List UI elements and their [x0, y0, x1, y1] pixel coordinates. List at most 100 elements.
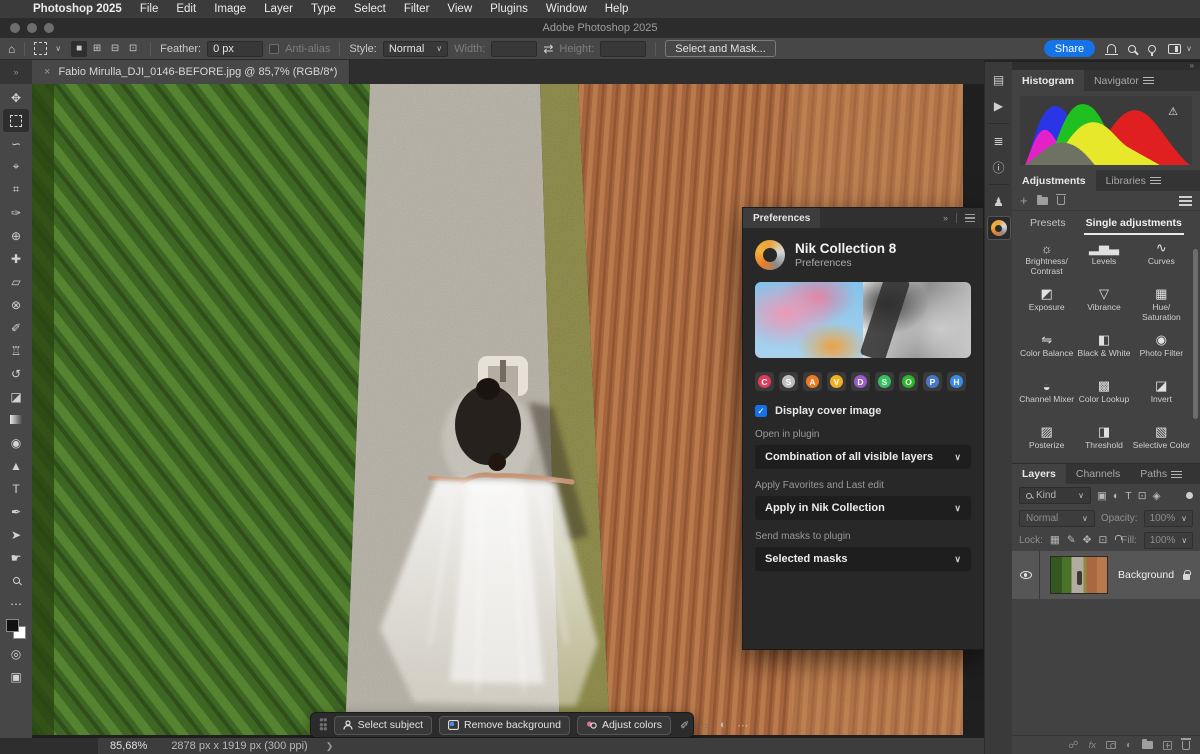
layer-lock-icon[interactable]: [1183, 574, 1190, 580]
add-adjustment-icon[interactable]: +: [1020, 193, 1028, 208]
remove-background-button[interactable]: Remove background: [439, 716, 570, 735]
adjustment-posterize[interactable]: ▨Posterize: [1018, 423, 1075, 463]
feather-input[interactable]: 0 px: [207, 41, 263, 57]
transform-icon[interactable]: ▱: [698, 719, 710, 732]
sharpen-tool[interactable]: ▲: [3, 454, 29, 477]
move-tool[interactable]: ✥: [3, 86, 29, 109]
lasso-tool[interactable]: ∽: [3, 132, 29, 155]
add-layer-mask-icon[interactable]: [1106, 741, 1116, 749]
tab-presets[interactable]: Presets: [1022, 212, 1074, 234]
adjustment-invert[interactable]: ◪Invert: [1133, 377, 1190, 422]
pen-tool[interactable]: ✒: [3, 500, 29, 523]
adjustments-panel-menu-icon[interactable]: [1150, 177, 1161, 184]
edit-toolbar-button[interactable]: ⋯: [3, 592, 29, 615]
adjust-colors-button[interactable]: Adjust colors: [577, 716, 671, 735]
width-input[interactable]: [491, 41, 537, 57]
layer-visibility-eye-icon[interactable]: [1020, 571, 1032, 579]
new-adjustment-layer-icon[interactable]: ◐: [1126, 740, 1132, 751]
properties-icon[interactable]: ≣: [987, 129, 1011, 153]
clone-stamp-tool[interactable]: ♖: [3, 339, 29, 362]
anti-alias-checkbox[interactable]: [269, 44, 279, 54]
nik-collection-panel-icon[interactable]: [987, 216, 1011, 240]
brush-tool[interactable]: ✐: [3, 316, 29, 339]
adjustment-vibrance[interactable]: ▽Vibrance: [1075, 285, 1132, 330]
eraser-tool[interactable]: ◪: [3, 385, 29, 408]
collapse-panels-chevron[interactable]: »: [1190, 62, 1194, 70]
blur-tool[interactable]: ◉: [3, 431, 29, 454]
dfine-icon[interactable]: D: [851, 372, 870, 391]
status-options-chevron[interactable]: ❯: [326, 741, 334, 752]
adjustment-selective-color[interactable]: ▧Selective Color: [1133, 423, 1190, 463]
taskbar-drag-handle[interactable]: ●●●●●●: [319, 718, 327, 732]
panel-collapse-icon[interactable]: »: [943, 213, 948, 223]
lock-pixels-icon[interactable]: ✎: [1067, 534, 1076, 546]
select-subject-button[interactable]: Select subject: [334, 716, 432, 735]
apply-favorites-select[interactable]: Apply in Nik Collection∨: [755, 496, 971, 520]
gradient-tool[interactable]: [3, 408, 29, 431]
adjustment-black-white[interactable]: ◧Black & White: [1075, 331, 1132, 376]
tab-navigator[interactable]: Navigator: [1084, 70, 1149, 91]
screen-mode-button[interactable]: ▣: [3, 665, 29, 688]
adjustment-threshold[interactable]: ◨Threshold: [1075, 423, 1132, 463]
zoom-level-field[interactable]: 85,68%: [110, 740, 147, 752]
opacity-value[interactable]: 100%∨: [1144, 510, 1193, 527]
actions-icon[interactable]: ▶: [987, 94, 1011, 118]
notifications-bell-icon[interactable]: [1107, 44, 1116, 53]
sharpener-icon[interactable]: S: [875, 372, 894, 391]
new-group-folder-icon[interactable]: [1142, 741, 1153, 749]
perspective-efex-icon[interactable]: P: [923, 372, 942, 391]
delete-layer-trash-icon[interactable]: [1182, 741, 1190, 750]
adjustment-photo-filter[interactable]: ◉Photo Filter: [1133, 331, 1190, 376]
search-icon[interactable]: [1128, 45, 1136, 53]
preferences-tab[interactable]: Preferences: [743, 208, 820, 228]
hand-tool[interactable]: ☛: [3, 546, 29, 569]
adjustment-exposure[interactable]: ◩Exposure: [1018, 285, 1075, 330]
tab-paths[interactable]: Paths: [1130, 464, 1177, 484]
filter-smart-objects-icon[interactable]: ◈: [1153, 490, 1161, 502]
workspace-switcher-icon[interactable]: [1168, 44, 1181, 54]
adjustment-group-folder-icon[interactable]: [1037, 197, 1048, 205]
foreground-background-colors[interactable]: [6, 619, 26, 639]
layer-row-background[interactable]: Background: [1012, 551, 1200, 599]
panel-menu-icon[interactable]: [965, 214, 975, 222]
intersect-selection-button[interactable]: ⊡: [125, 41, 141, 57]
menu-edit[interactable]: Edit: [167, 3, 205, 15]
tab-layers[interactable]: Layers: [1012, 464, 1066, 484]
analog-efex-icon[interactable]: A: [803, 372, 822, 391]
filter-shape-layers-icon[interactable]: ⊡: [1138, 490, 1147, 502]
filter-type-layers-icon[interactable]: T: [1125, 490, 1131, 502]
adjustments-list-view-icon[interactable]: [1179, 196, 1192, 206]
menu-help[interactable]: Help: [596, 3, 638, 15]
menu-plugins[interactable]: Plugins: [481, 3, 537, 15]
tab-adjustments[interactable]: Adjustments: [1012, 170, 1096, 191]
layer-filter-kind-select[interactable]: Kind ∨: [1019, 487, 1091, 504]
swap-width-height-icon[interactable]: ⇄: [543, 43, 553, 55]
menu-type[interactable]: Type: [302, 3, 345, 15]
adjustment-color-balance[interactable]: ⇋Color Balance: [1018, 331, 1075, 376]
select-and-mask-button[interactable]: Select and Mask...: [665, 40, 776, 57]
height-input[interactable]: [600, 41, 646, 57]
clone-source-icon[interactable]: ♟: [987, 190, 1011, 214]
layers-panel-menu-icon[interactable]: [1171, 471, 1182, 478]
eyedropper-tool[interactable]: ✑: [3, 201, 29, 224]
style-select[interactable]: Normal∨: [383, 41, 448, 57]
filter-adjustment-layers-icon[interactable]: ◐: [1113, 490, 1119, 502]
contextual-task-bar[interactable]: ●●●●●● Select subject Remove background …: [310, 712, 694, 738]
crop-tool[interactable]: ⌗: [3, 178, 29, 201]
object-selection-tool[interactable]: ⌖: [3, 155, 29, 178]
output-sharpener-icon[interactable]: O: [899, 372, 918, 391]
send-masks-select[interactable]: Selected masks∨: [755, 547, 971, 571]
rectangular-marquee-tool[interactable]: [3, 109, 29, 132]
tab-single-adjustments[interactable]: Single adjustments: [1078, 212, 1190, 234]
link-layers-icon[interactable]: ☍: [1068, 740, 1078, 751]
foreground-color-swatch[interactable]: [6, 619, 19, 632]
display-cover-image-checkbox[interactable]: ✓: [755, 405, 767, 417]
tab-channels[interactable]: Channels: [1066, 464, 1130, 484]
blend-mode-select[interactable]: Normal∨: [1019, 510, 1095, 527]
taskbar-more-icon[interactable]: ⋯: [735, 719, 750, 732]
patch-tool[interactable]: ▱: [3, 270, 29, 293]
fill-value[interactable]: 100%∨: [1144, 532, 1193, 549]
selection-brush-icon[interactable]: ✐: [678, 719, 691, 732]
spot-healing-brush-tool[interactable]: ⊕: [3, 224, 29, 247]
info-icon[interactable]: ⓘ: [987, 155, 1011, 179]
